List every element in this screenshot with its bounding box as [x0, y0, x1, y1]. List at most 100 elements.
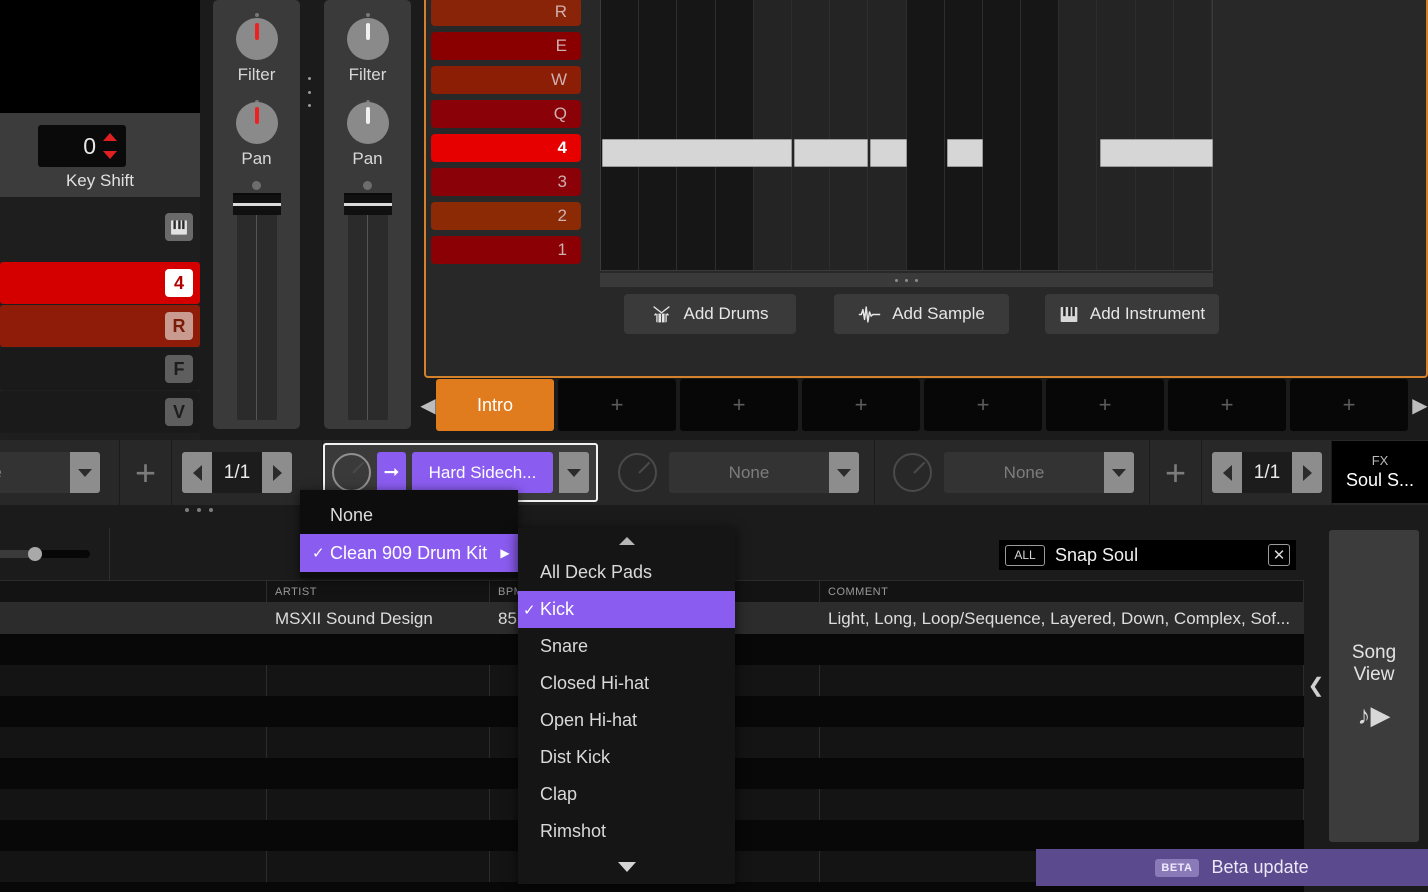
chevron-down-icon[interactable] [559, 452, 589, 493]
fx-page-next-left[interactable] [262, 452, 292, 493]
grid-column[interactable] [1021, 0, 1059, 270]
search-field[interactable]: ALL Snap Soul ✕ [999, 540, 1296, 570]
preview-volume-slider[interactable] [0, 550, 90, 558]
pad-menu-item[interactable]: All Deck Pads [518, 554, 735, 591]
scene-tab-active[interactable]: Intro [436, 379, 554, 431]
sequencer-note[interactable] [870, 139, 906, 167]
scene-tab-empty[interactable]: + [1168, 379, 1286, 431]
kit-menu-item[interactable]: ✓Clean 909 Drum Kit▶ [300, 534, 518, 572]
pad-row-q[interactable]: Q [431, 100, 581, 128]
preview-volume-handle[interactable] [28, 547, 42, 561]
pad-row-r[interactable]: R [0, 305, 200, 347]
column-header-comment[interactable]: COMMENT [820, 581, 1304, 603]
grid-column[interactable] [601, 0, 639, 270]
grid-resize-handle[interactable] [600, 273, 1213, 287]
grid-column[interactable] [868, 0, 906, 270]
pan-knob-2[interactable] [347, 102, 389, 144]
fx-master-chip[interactable]: FX Soul S... [1332, 441, 1428, 503]
key-shift-field[interactable]: 0 [38, 125, 126, 167]
grid-column[interactable] [639, 0, 677, 270]
grid-column[interactable] [1136, 0, 1174, 270]
grid-column[interactable] [1059, 0, 1097, 270]
pad-menu-item[interactable]: Snare [518, 628, 735, 665]
pad-row-r[interactable]: R [431, 0, 581, 26]
track-chip[interactable]: 4 [165, 269, 193, 297]
pad-row-1[interactable]: 1 [431, 236, 581, 264]
volume-fader-handle-1[interactable] [233, 193, 281, 215]
fx-row-drag-handle[interactable] [185, 508, 213, 512]
add-drums-button[interactable]: Add Drums [624, 294, 796, 334]
chevron-down-icon[interactable] [829, 452, 859, 493]
volume-fader-track-1[interactable] [237, 195, 277, 420]
scene-tab-empty[interactable]: + [924, 379, 1042, 431]
grid-column[interactable] [830, 0, 868, 270]
stepper-down-icon[interactable] [103, 151, 117, 159]
column-header-artist[interactable]: ARTIST [267, 581, 490, 603]
instrument-row[interactable] [0, 197, 200, 257]
sequencer-note[interactable] [1100, 139, 1213, 167]
pad-row-3[interactable]: 3 [431, 168, 581, 196]
strip-drag-handle[interactable] [305, 77, 313, 107]
track-chip[interactable]: R [165, 312, 193, 340]
pad-row-v[interactable]: V [0, 391, 200, 433]
search-query[interactable]: Snap Soul [1055, 545, 1258, 566]
pad-submenu[interactable]: All Deck Pads✓KickSnareClosed Hi-hatOpen… [518, 528, 735, 884]
add-fx-slot-left-button[interactable]: + [120, 440, 172, 505]
track-chip[interactable]: V [165, 398, 193, 426]
fx-slot-b[interactable]: None [875, 440, 1150, 505]
scene-tab-empty[interactable]: + [680, 379, 798, 431]
close-icon[interactable]: ✕ [1268, 544, 1290, 566]
pad-menu-item[interactable]: Clap [518, 776, 735, 813]
stepper-up-icon[interactable] [103, 133, 117, 141]
pad-row-e[interactable]: E [431, 32, 581, 60]
kit-menu-item[interactable]: None [300, 496, 518, 534]
pad-row-w[interactable]: W [431, 66, 581, 94]
sequencer-note[interactable] [794, 139, 869, 167]
volume-fader-track-2[interactable] [348, 195, 388, 420]
pad-menu-item[interactable]: Dist Kick [518, 739, 735, 776]
kit-context-menu[interactable]: None✓Clean 909 Drum Kit▶ [300, 490, 518, 578]
grid-column[interactable] [716, 0, 754, 270]
chevron-down-icon[interactable] [70, 452, 100, 493]
pan-knob-1[interactable] [236, 102, 278, 144]
send-icon[interactable]: ➞ [377, 452, 406, 493]
fx-amount-knob-a[interactable] [618, 453, 657, 492]
grid-column[interactable] [945, 0, 983, 270]
pad-menu-item[interactable]: Closed Hi-hat [518, 665, 735, 702]
scene-tab-empty[interactable]: + [558, 379, 676, 431]
pad-menu-item[interactable]: Open Hi-hat [518, 702, 735, 739]
column-header-name[interactable] [0, 581, 267, 603]
pad-row-f[interactable]: F [0, 348, 200, 390]
filter-knob-2[interactable] [347, 18, 389, 60]
fx-page-next-right[interactable] [1292, 452, 1322, 493]
key-shift-stepper[interactable] [103, 133, 117, 159]
add-sample-button[interactable]: Add Sample [834, 294, 1009, 334]
fx-slot-left[interactable]: ne [0, 440, 120, 505]
grid-column[interactable] [907, 0, 945, 270]
sequencer-note[interactable] [602, 139, 792, 167]
track-chip[interactable]: F [165, 355, 193, 383]
scenes-next-button[interactable]: ▶ [1412, 393, 1428, 418]
grid-column[interactable] [1174, 0, 1212, 270]
volume-fader-handle-2[interactable] [344, 193, 392, 215]
pad-row-4[interactable]: 4 [0, 262, 200, 304]
fx-page-prev-left[interactable] [182, 452, 212, 493]
search-scope-badge[interactable]: ALL [1005, 545, 1045, 566]
pad-menu-item[interactable]: ✓Kick [518, 591, 735, 628]
song-view-panel[interactable]: Song View ♪▶ [1329, 530, 1419, 842]
scene-tab-empty[interactable]: + [1290, 379, 1408, 431]
song-view-collapse-button[interactable]: ❮ [1306, 670, 1326, 700]
scene-tab-empty[interactable]: + [802, 379, 920, 431]
pad-row-2[interactable]: 2 [431, 202, 581, 230]
grid-column[interactable] [677, 0, 715, 270]
add-instrument-button[interactable]: Add Instrument [1045, 294, 1219, 334]
fx-amount-knob-b[interactable] [893, 453, 932, 492]
step-sequencer-grid[interactable] [600, 0, 1213, 271]
fx-amount-knob-selected[interactable] [332, 453, 371, 492]
chevron-down-icon[interactable] [1104, 452, 1134, 493]
scene-tab-empty[interactable]: + [1046, 379, 1164, 431]
piano-icon[interactable] [165, 213, 193, 241]
scenes-prev-button[interactable]: ◀ [420, 393, 436, 418]
pad-row-4[interactable]: 4 [431, 134, 581, 162]
grid-column[interactable] [1097, 0, 1135, 270]
